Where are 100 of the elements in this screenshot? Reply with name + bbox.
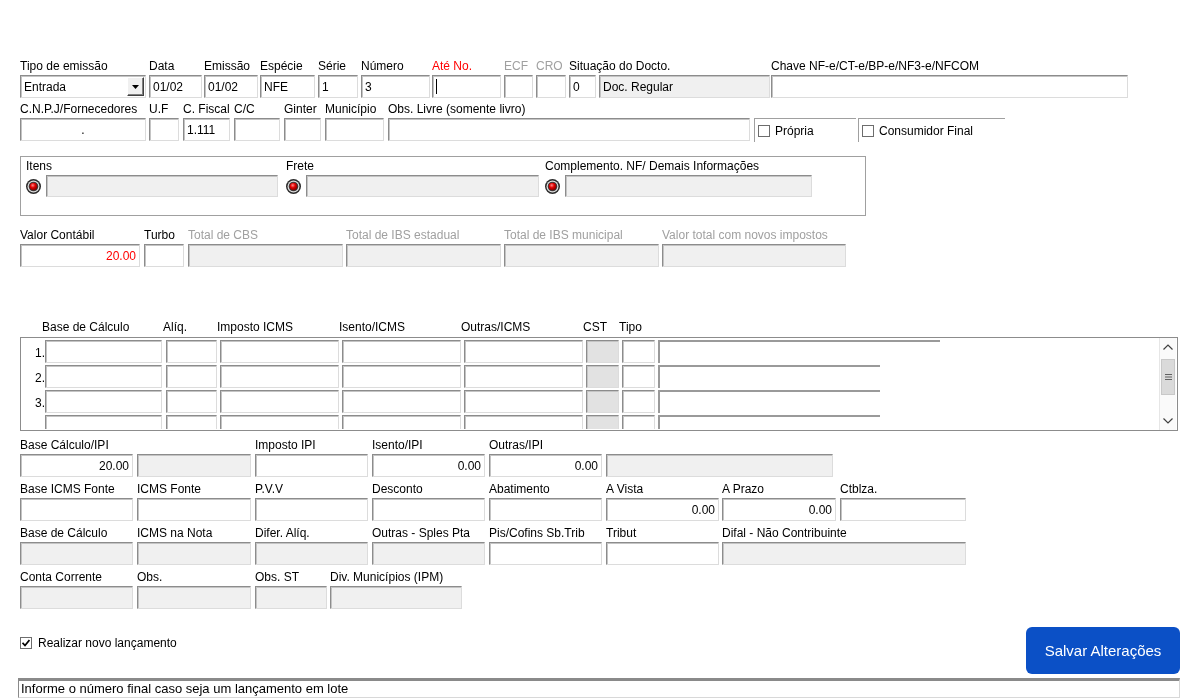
grid-cell[interactable]	[342, 340, 461, 363]
ball-icon[interactable]	[26, 178, 41, 194]
text-field[interactable]	[372, 498, 485, 521]
grid-cell[interactable]	[658, 340, 940, 363]
text-field[interactable]: 20.00	[20, 454, 133, 477]
grid-cell[interactable]	[586, 415, 619, 429]
field-label: Chave NF-e/CT-e/BP-e/NF3-e/NFCOM	[771, 58, 980, 74]
grid-cell[interactable]	[622, 390, 655, 413]
ball-icon[interactable]	[286, 178, 301, 194]
text-field[interactable]: 0.00	[606, 498, 719, 521]
grid-cell[interactable]	[220, 365, 339, 388]
text-field[interactable]	[432, 75, 501, 98]
grid-cell[interactable]	[45, 415, 162, 429]
text-field[interactable]	[255, 454, 368, 477]
grid-cell[interactable]	[342, 390, 461, 413]
text-field[interactable]	[330, 586, 462, 609]
field-label: Obs. ST	[255, 569, 299, 585]
grid-cell[interactable]	[342, 415, 461, 429]
text-field[interactable]	[489, 498, 602, 521]
text-field[interactable]	[234, 118, 280, 141]
checkbox-label[interactable]: Realizar novo lançamento	[38, 635, 177, 651]
text-field[interactable]: NFE	[260, 75, 315, 98]
grid-cell[interactable]	[658, 390, 880, 413]
text-field[interactable]	[606, 542, 719, 565]
text-field[interactable]	[325, 118, 384, 141]
grid-cell[interactable]	[45, 390, 162, 413]
grid-cell[interactable]	[45, 365, 162, 388]
ball-icon[interactable]	[545, 178, 560, 194]
text-field[interactable]	[137, 498, 251, 521]
text-field[interactable]: 0.00	[489, 454, 602, 477]
grid-cell[interactable]	[658, 415, 880, 429]
grid-cell[interactable]	[464, 365, 583, 388]
grid-cell[interactable]	[622, 365, 655, 388]
grid-cell[interactable]	[166, 390, 217, 413]
scrollbar[interactable]	[1159, 338, 1176, 430]
text-field[interactable]	[565, 175, 812, 197]
text-field[interactable]	[722, 542, 966, 565]
text-field[interactable]	[388, 118, 750, 141]
text-field[interactable]: 20.00	[20, 244, 140, 267]
grid-cell[interactable]	[342, 365, 461, 388]
grid-cell[interactable]	[220, 340, 339, 363]
dropdown-button[interactable]	[127, 77, 144, 96]
grid-cell[interactable]	[166, 340, 217, 363]
checkbox-label[interactable]: Consumidor Final	[879, 122, 974, 139]
field-label: Valor Contábil	[20, 227, 95, 243]
checkbox[interactable]	[862, 124, 874, 137]
text-field[interactable]: .	[20, 118, 146, 141]
grid-cell[interactable]	[622, 340, 655, 363]
grid-cell[interactable]	[220, 415, 339, 429]
grid-cell[interactable]	[166, 365, 217, 388]
text-field[interactable]	[255, 498, 368, 521]
text-field[interactable]	[137, 586, 251, 609]
text-field[interactable]	[284, 118, 321, 141]
text-field[interactable]: 1.111	[183, 118, 230, 141]
dropdown-field[interactable]: Entrada	[20, 75, 146, 98]
field-label: C/C	[234, 101, 255, 117]
text-field[interactable]	[306, 175, 539, 197]
grid-cell[interactable]	[622, 415, 655, 429]
field-label: Frete	[286, 158, 314, 174]
text-field[interactable]	[489, 542, 602, 565]
text-field[interactable]	[771, 75, 1128, 98]
grid-cell[interactable]	[658, 365, 880, 388]
text-field[interactable]	[606, 454, 833, 477]
text-field[interactable]: Doc. Regular	[599, 75, 770, 98]
text-field[interactable]: 01/02	[204, 75, 258, 98]
text-field[interactable]	[149, 118, 179, 141]
field-label: Itens	[26, 158, 52, 174]
text-field[interactable]: 0.00	[722, 498, 836, 521]
text-field[interactable]	[20, 586, 133, 609]
checkbox-label[interactable]: Própria	[775, 122, 814, 139]
grid-cell[interactable]	[464, 415, 583, 429]
text-field[interactable]	[255, 586, 327, 609]
grid-cell[interactable]	[586, 390, 619, 413]
text-field[interactable]: 1	[318, 75, 358, 98]
text-field[interactable]	[137, 542, 251, 565]
grid-cell[interactable]	[464, 390, 583, 413]
text-field[interactable]	[137, 454, 251, 477]
text-field[interactable]	[20, 498, 133, 521]
text-field[interactable]	[372, 542, 485, 565]
checkbox[interactable]	[758, 124, 770, 137]
text-field[interactable]	[20, 542, 133, 565]
text-field[interactable]	[46, 175, 278, 197]
grid-cell[interactable]	[586, 365, 619, 388]
save-button[interactable]: Salvar Alterações	[1026, 627, 1180, 674]
field-label: C. Fiscal	[183, 101, 230, 117]
grid-cell[interactable]	[464, 340, 583, 363]
grid-cell[interactable]	[220, 390, 339, 413]
grid-cell[interactable]	[586, 340, 619, 363]
text-field[interactable]	[840, 498, 966, 521]
text-field[interactable]: 3	[361, 75, 430, 98]
text-field[interactable]	[255, 542, 368, 565]
text-field[interactable]	[144, 244, 184, 267]
text-field[interactable]: 0	[569, 75, 596, 98]
grid-cell[interactable]	[166, 415, 217, 429]
text-field[interactable]: 01/02	[149, 75, 202, 98]
text-field[interactable]: 0.00	[372, 454, 485, 477]
field-label: C.N.P.J/Fornecedores	[20, 101, 138, 117]
scroll-thumb[interactable]	[1161, 359, 1175, 395]
checkbox[interactable]	[20, 637, 32, 649]
grid-cell[interactable]	[45, 340, 162, 363]
